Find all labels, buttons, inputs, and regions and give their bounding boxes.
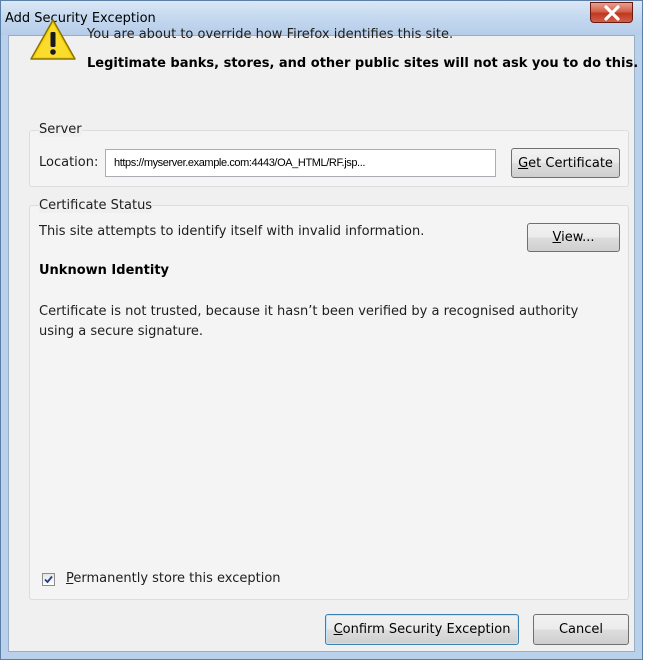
certificate-description: Certificate is not trusted, because it h… [39,304,579,339]
permanently-store-label[interactable]: Permanently store this exception [66,571,281,586]
view-label: iew... [561,230,595,245]
location-label: Location: [39,155,99,170]
certificate-status-summary: This site attempts to identify itself wi… [39,224,425,239]
get-certificate-mnemonic: G [518,155,529,171]
get-certificate-label: et Certificate [528,155,613,171]
get-certificate-button[interactable]: Get Certificate [511,148,620,178]
certificate-status-group-label: Certificate Status [39,198,153,213]
unknown-identity-heading: Unknown Identity [39,263,170,278]
override-message: You are about to override how Firefox id… [87,27,454,42]
close-button[interactable] [590,2,633,23]
add-security-exception-dialog: Add Security Exception You are about to … [0,0,643,660]
server-group-label: Server [39,122,82,137]
permanently-store-text: ermanently store this exception [73,571,281,586]
cancel-button[interactable]: Cancel [533,614,629,645]
permanently-store-checkbox[interactable] [42,573,55,586]
warning-icon [30,19,76,60]
confirm-security-exception-button[interactable]: Confirm Security Exception [325,614,519,645]
view-certificate-button[interactable]: View... [527,223,620,252]
window-title: Add Security Exception [5,11,156,26]
checkmark-icon [44,575,53,584]
location-input[interactable]: https://myserver.example.com:4443/OA_HTM… [105,149,496,177]
confirm-label: onfirm Security Exception [342,622,511,637]
legitimate-sites-warning: Legitimate banks, stores, and other publ… [87,56,639,71]
close-icon [604,5,620,21]
view-mnemonic: V [552,230,562,245]
confirm-mnemonic: C [333,622,343,637]
